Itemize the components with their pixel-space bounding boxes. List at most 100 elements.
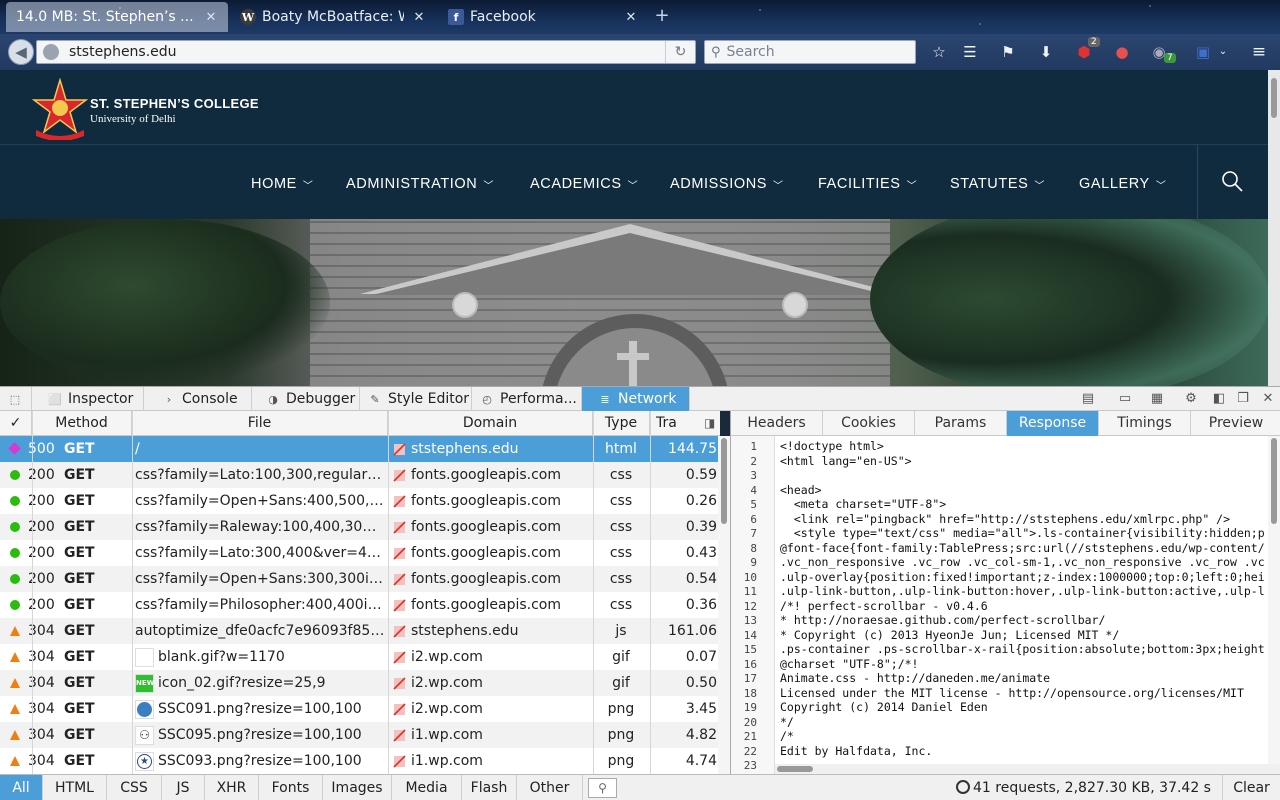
scrollbar-thumb[interactable] — [721, 438, 727, 524]
column-file[interactable]: File — [132, 411, 388, 436]
college-name[interactable]: ST. STEPHEN’S COLLEGE — [90, 96, 259, 111]
tab-params[interactable]: Params — [915, 411, 1007, 436]
filter-css[interactable]: CSS — [107, 775, 162, 800]
nav-admissions[interactable]: ADMISSIONS ﹀ — [670, 176, 784, 192]
tab-preview[interactable]: Preview — [1191, 411, 1280, 436]
column-transferred[interactable]: Tra — [650, 411, 700, 436]
search-input[interactable]: ⚲ Search — [704, 40, 916, 64]
column-domain[interactable]: Domain — [388, 411, 593, 436]
tab-network[interactable]: ≣ Network — [582, 387, 690, 411]
tab-console[interactable]: › Console — [144, 387, 252, 411]
response-horizontal-scrollbar[interactable] — [775, 764, 1280, 774]
scratchpad-icon[interactable]: ▦ — [1149, 391, 1165, 407]
scrollbar-thumb[interactable] — [1271, 78, 1277, 118]
nav-facilities[interactable]: FACILITIES ﹀ — [818, 176, 917, 192]
request-domain: fonts.googleapis.com — [411, 467, 562, 483]
request-row[interactable]: 500 GET / ststephens.edu html 144.75 — [0, 436, 720, 462]
request-row[interactable]: 304 GET ★ SSC093.png?resize=100,100 i1.wp.co… — [0, 748, 720, 774]
filter-other[interactable]: Other — [517, 775, 583, 800]
tab-performance[interactable]: ◴ Performa... — [472, 387, 582, 411]
college-logo-icon[interactable] — [30, 78, 90, 140]
chevron-down-icon[interactable]: ⌄ — [1214, 43, 1232, 61]
response-viewer[interactable]: 1 2 3 4 5 6 7 8 9 10 11 12 13 14 15 16 17 18 19 20 21 22 23 <!… — [730, 436, 1280, 774]
nav-home[interactable]: HOME ﹀ — [251, 176, 314, 192]
tab-cookies[interactable]: Cookies — [823, 411, 915, 436]
download-icon[interactable]: ⬇ — [1037, 43, 1055, 61]
page-scrollbar[interactable] — [1268, 70, 1280, 386]
filter-flash[interactable]: Flash — [462, 775, 517, 800]
request-method: GET — [64, 753, 95, 769]
bookmark-star-icon[interactable]: ☆ — [930, 43, 948, 61]
menu-icon[interactable]: ≡ — [1250, 43, 1268, 61]
tab-headers[interactable]: Headers — [731, 411, 823, 436]
site-identity-icon[interactable] — [43, 44, 59, 60]
scrollbar-thumb[interactable] — [777, 766, 813, 772]
reload-icon[interactable]: ↻ — [665, 41, 695, 63]
nav-administration[interactable]: ADMINISTRATION ﹀ — [346, 176, 494, 192]
request-domain: i2.wp.com — [411, 649, 483, 665]
save-icon[interactable]: ▣ — [1194, 43, 1212, 61]
column-divider — [388, 411, 389, 774]
scrollbar-thumb[interactable] — [1271, 438, 1277, 524]
ghostery-icon[interactable]: ● — [1113, 43, 1131, 61]
tab-style-editor[interactable]: ✎ Style Editor — [360, 387, 472, 411]
toggle-waterfall-icon[interactable]: ◨ — [704, 416, 715, 430]
pick-element-button[interactable]: ⬚ — [0, 387, 32, 411]
filter-html[interactable]: HTML — [43, 775, 107, 800]
request-transferred: 144.75 — [668, 441, 717, 457]
close-icon[interactable]: ✕ — [1260, 391, 1276, 407]
browser-tab-ststephens[interactable]: 14.0 MB: St. Stephen’s ... ✕ — [6, 2, 228, 32]
request-row[interactable]: 304 GET SSC091.png?resize=100,100 i2.wp.com… — [0, 696, 720, 722]
request-row[interactable]: 200 GET css?family=Lato:300,400&ver=4.4.2 f… — [0, 540, 720, 566]
filter-images[interactable]: Images — [323, 775, 392, 800]
nav-statutes[interactable]: STATUTES ﹀ — [950, 176, 1045, 192]
filter-xhr[interactable]: XHR — [205, 775, 259, 800]
request-row[interactable]: 304 GET blank.gif?w=1170 i2.wp.com gif 0.07 — [0, 644, 720, 670]
request-row[interactable]: 200 GET css?family=Philosopher:400,400ital… — [0, 592, 720, 618]
request-row[interactable]: 304 GET autoptimize_dfe0acfc7e96093f85e...… — [0, 618, 720, 644]
tab-response[interactable]: Response — [1007, 411, 1099, 436]
column-type[interactable]: Type — [593, 411, 650, 436]
browser-tab-facebook[interactable]: f Facebook ✕ — [438, 2, 648, 32]
tab-timings[interactable]: Timings — [1099, 411, 1191, 436]
close-icon[interactable]: ✕ — [624, 10, 638, 25]
column-divider — [132, 411, 133, 774]
request-row[interactable]: 200 GET css?family=Open+Sans:400,500,60...… — [0, 488, 720, 514]
split-console-icon[interactable]: ▤ — [1080, 391, 1096, 407]
url-bar[interactable]: ststephens.edu ↻ — [36, 40, 696, 64]
tab-debugger[interactable]: ◑ Debugger — [252, 387, 360, 411]
new-tab-button[interactable]: + — [652, 6, 672, 26]
column-method[interactable]: Method — [32, 411, 132, 436]
url-text[interactable]: ststephens.edu — [69, 44, 665, 60]
back-button[interactable]: ◀ — [8, 39, 34, 65]
request-row[interactable]: 304 GET NEW icon_02.gif?resize=25,9 i2.wp.co… — [0, 670, 720, 696]
column-status[interactable]: ✓ — [0, 411, 32, 436]
tab-inspector[interactable]: ⬜ Inspector — [32, 387, 144, 411]
browser-tab-boaty[interactable]: W Boaty McBoatface: W... ✕ — [230, 2, 436, 32]
dock-side-icon[interactable]: ◧ — [1211, 391, 1227, 407]
request-row[interactable]: 200 GET css?family=Raleway:100,400,300,5..… — [0, 514, 720, 540]
line-number: 21 — [743, 730, 757, 743]
responsive-icon[interactable]: ▭ — [1117, 391, 1133, 407]
nav-academics[interactable]: ACADEMICS ﹀ — [530, 176, 638, 192]
search-icon[interactable] — [1220, 169, 1244, 193]
requests-scrollbar[interactable] — [718, 436, 730, 774]
clock-icon[interactable] — [956, 780, 970, 794]
filter-all[interactable]: All — [0, 775, 43, 800]
reading-list-icon[interactable]: ☰ — [961, 43, 979, 61]
clear-button[interactable]: Clear — [1222, 775, 1280, 800]
request-row[interactable]: 200 GET css?family=Lato:100,300,regular,70… — [0, 462, 720, 488]
flag-icon[interactable]: ⚑ — [999, 43, 1017, 61]
filter-js[interactable]: JS — [162, 775, 205, 800]
close-icon[interactable]: ✕ — [204, 10, 218, 25]
filter-media[interactable]: Media — [392, 775, 462, 800]
gear-icon[interactable]: ⚙ — [1183, 391, 1199, 407]
nav-gallery[interactable]: GALLERY ﹀ — [1079, 176, 1166, 192]
response-vertical-scrollbar[interactable] — [1268, 436, 1280, 764]
filter-fonts[interactable]: Fonts — [259, 775, 323, 800]
request-row[interactable]: 304 GET ⚇ SSC095.png?resize=100,100 i1.wp.co… — [0, 722, 720, 748]
request-row[interactable]: 200 GET css?family=Open+Sans:300,300itali.… — [0, 566, 720, 592]
close-icon[interactable]: ✕ — [412, 10, 426, 25]
undock-icon[interactable]: ❐ — [1235, 391, 1251, 407]
filter-search-button[interactable]: ⚲ — [588, 778, 617, 798]
